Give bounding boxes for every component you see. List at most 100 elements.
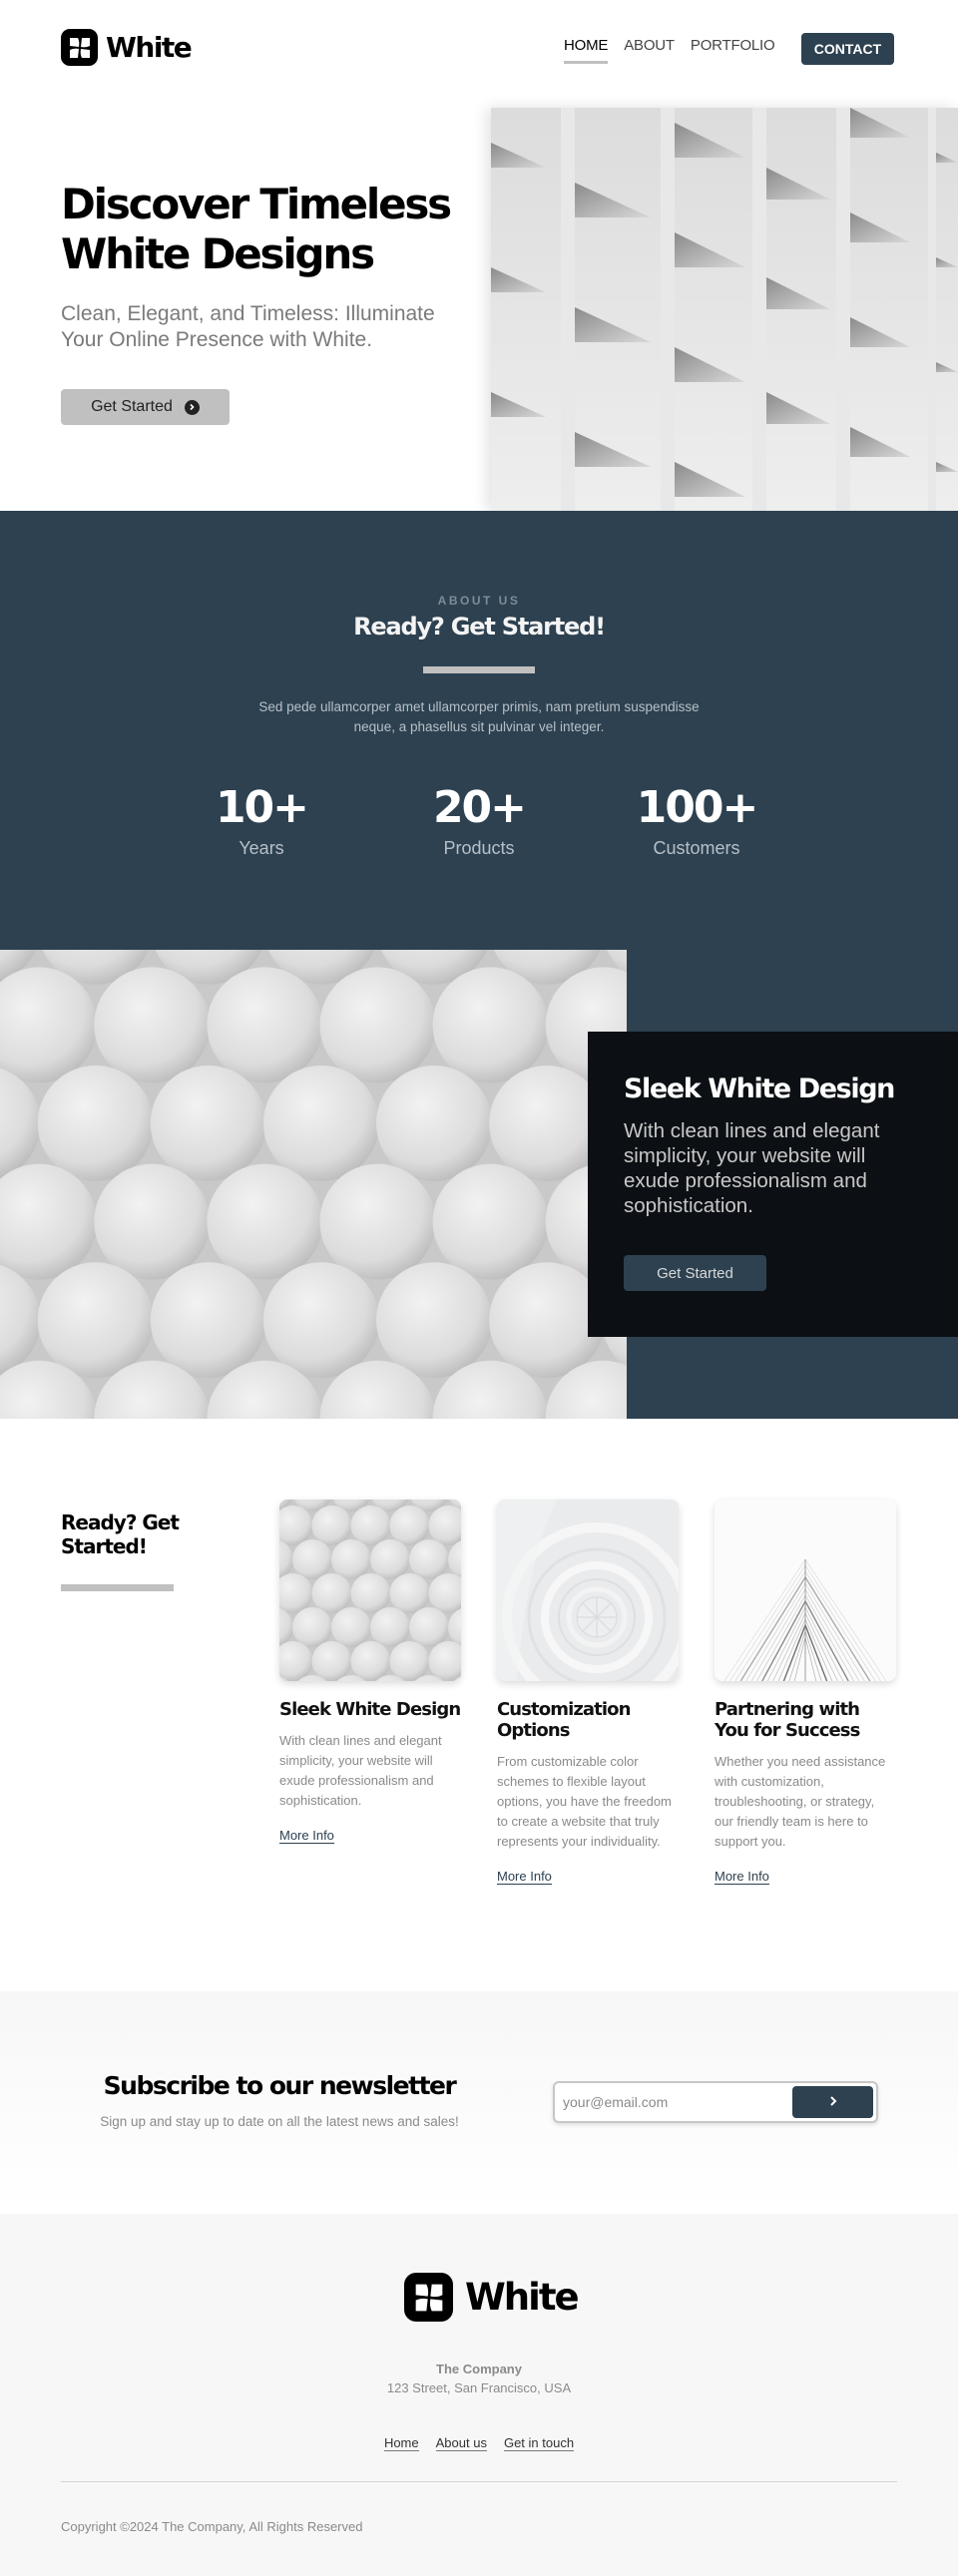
footer-link-contact[interactable]: Get in touch — [503, 2435, 575, 2451]
footer-logo-wordmark: White — [465, 2276, 580, 2319]
stat-value: 20+ — [432, 782, 527, 833]
sphere-shape — [376, 1262, 492, 1379]
sphere-shape — [94, 1163, 211, 1280]
sphere-shape — [409, 1607, 449, 1647]
sphere-shape — [432, 967, 549, 1083]
stat-products: 20+ Products — [379, 782, 579, 859]
sphere-shape — [150, 1262, 266, 1379]
sphere-shape — [292, 1607, 332, 1647]
sphere-shape — [319, 967, 436, 1083]
stat-customers: 100+ Customers — [597, 782, 796, 859]
spheres-illustration — [0, 950, 627, 1419]
service-title: Customization Options — [497, 1699, 631, 1741]
service-card: Customization Options From customizable … — [497, 1500, 679, 1886]
chevron-right-circle-icon — [184, 399, 200, 415]
site-footer: White The Company 123 Street, San Franci… — [0, 2214, 958, 2576]
footer-address: 123 Street, San Francisco, USA — [386, 2380, 572, 2395]
sphere-shape — [370, 1607, 410, 1647]
footer-logo[interactable]: White — [404, 2273, 580, 2322]
logo[interactable]: White — [61, 29, 193, 66]
sphere-shape — [432, 1163, 549, 1280]
feature-text: With clean lines and elegant simplicity,… — [624, 1119, 880, 1217]
stat-value: 100+ — [636, 782, 759, 833]
feature-card: Sleek White Design With clean lines and … — [588, 1032, 958, 1337]
newsletter-form — [553, 2081, 878, 2123]
pinwheel-logo-icon — [61, 29, 98, 66]
sphere-shape — [376, 1066, 492, 1181]
stat-label: Customers — [653, 838, 740, 858]
chevron-right-icon — [828, 2095, 838, 2110]
contact-button[interactable]: CONTACT — [801, 33, 894, 65]
hero-get-started-button[interactable]: Get Started — [61, 389, 230, 425]
newsletter-subtitle: Sign up and stay up to date on all the l… — [100, 2114, 459, 2129]
service-text: Whether you need assistance with customi… — [715, 1754, 886, 1849]
sphere-shape — [311, 1505, 352, 1545]
sphere-shape — [262, 1066, 379, 1181]
sphere-shape — [319, 1163, 436, 1280]
sphere-shape — [207, 967, 323, 1083]
services-title: Ready? Get Started! — [61, 1510, 180, 1558]
sphere-shape — [350, 1641, 391, 1681]
about-section: ABOUT US Ready? Get Started! Sed pede ul… — [0, 511, 958, 950]
sphere-shape — [350, 1505, 391, 1545]
about-text: Sed pede ullamcorper amet ullamcorper pr… — [258, 699, 700, 734]
footer-company: The Company — [436, 2361, 522, 2376]
pinwheel-logo-icon — [404, 2273, 453, 2322]
sphere-shape — [389, 1505, 430, 1545]
more-info-link[interactable]: More Info — [279, 1828, 334, 1844]
email-input[interactable] — [563, 2091, 782, 2113]
stat-label: Products — [443, 838, 515, 858]
services-divider — [61, 1584, 174, 1591]
feature-image — [0, 950, 627, 1419]
service-image — [497, 1500, 679, 1681]
site-header: White HOME ABOUT PORTFOLIO CONTACT — [0, 0, 958, 100]
newsletter-section: Subscribe to our newsletter Sign up and … — [0, 1991, 958, 2214]
service-card: Partnering with You for Success Whether … — [715, 1500, 896, 1886]
hero-image — [491, 108, 958, 512]
sphere-shape — [262, 1262, 379, 1379]
sphere-shape — [37, 1262, 154, 1379]
sphere-shape — [94, 967, 211, 1083]
footer-divider — [61, 2481, 897, 2482]
footer-link-about[interactable]: About us — [435, 2435, 487, 2451]
service-image — [715, 1500, 896, 1681]
stat-value: 10+ — [215, 782, 309, 833]
sphere-shape — [370, 1539, 410, 1579]
stat-label: Years — [239, 838, 284, 858]
sphere-shape — [331, 1539, 371, 1579]
service-title: Partnering with You for Success — [715, 1699, 860, 1741]
more-info-link[interactable]: More Info — [497, 1869, 552, 1885]
copyright: Copyright ©2024 The Company, All Rights … — [61, 2519, 363, 2534]
service-text: From customizable color schemes to flexi… — [497, 1754, 672, 1849]
hero-subtitle: Clean, Elegant, and Timeless: Illuminate… — [61, 302, 435, 351]
hero-get-started-label: Get Started — [91, 398, 173, 415]
sphere-shape — [389, 1573, 430, 1613]
about-eyebrow: ABOUT US — [437, 594, 521, 608]
service-text: With clean lines and elegant simplicity,… — [279, 1733, 442, 1808]
main-nav: HOME ABOUT PORTFOLIO — [564, 37, 775, 64]
nav-portfolio[interactable]: PORTFOLIO — [691, 37, 775, 54]
hero-title: Discover Timeless White Designs — [61, 180, 452, 278]
subscribe-button[interactable] — [792, 2086, 873, 2118]
sphere-shape — [311, 1573, 352, 1613]
about-title: Ready? Get Started! — [353, 613, 606, 641]
service-title: Sleek White Design — [279, 1699, 461, 1720]
nav-home[interactable]: HOME — [564, 37, 609, 64]
feature-get-started-button[interactable]: Get Started — [624, 1255, 766, 1291]
more-info-link[interactable]: More Info — [715, 1869, 769, 1885]
nav-about[interactable]: ABOUT — [624, 37, 675, 54]
stat-years: 10+ Years — [162, 782, 361, 859]
logo-wordmark: White — [106, 31, 193, 64]
footer-link-home[interactable]: Home — [383, 2435, 419, 2451]
sphere-shape — [207, 1163, 323, 1280]
sphere-shape — [311, 1641, 352, 1681]
sphere-shape — [37, 1066, 154, 1181]
sphere-shape — [409, 1539, 449, 1579]
sphere-shape — [350, 1573, 391, 1613]
sphere-shape — [331, 1607, 371, 1647]
service-card: Sleek White Design With clean lines and … — [279, 1500, 461, 1845]
sphere-shape — [389, 1641, 430, 1681]
footer-nav: Home About us Get in touch — [0, 2435, 958, 2451]
sphere-shape — [292, 1539, 332, 1579]
newsletter-title: Subscribe to our newsletter — [103, 2071, 457, 2100]
